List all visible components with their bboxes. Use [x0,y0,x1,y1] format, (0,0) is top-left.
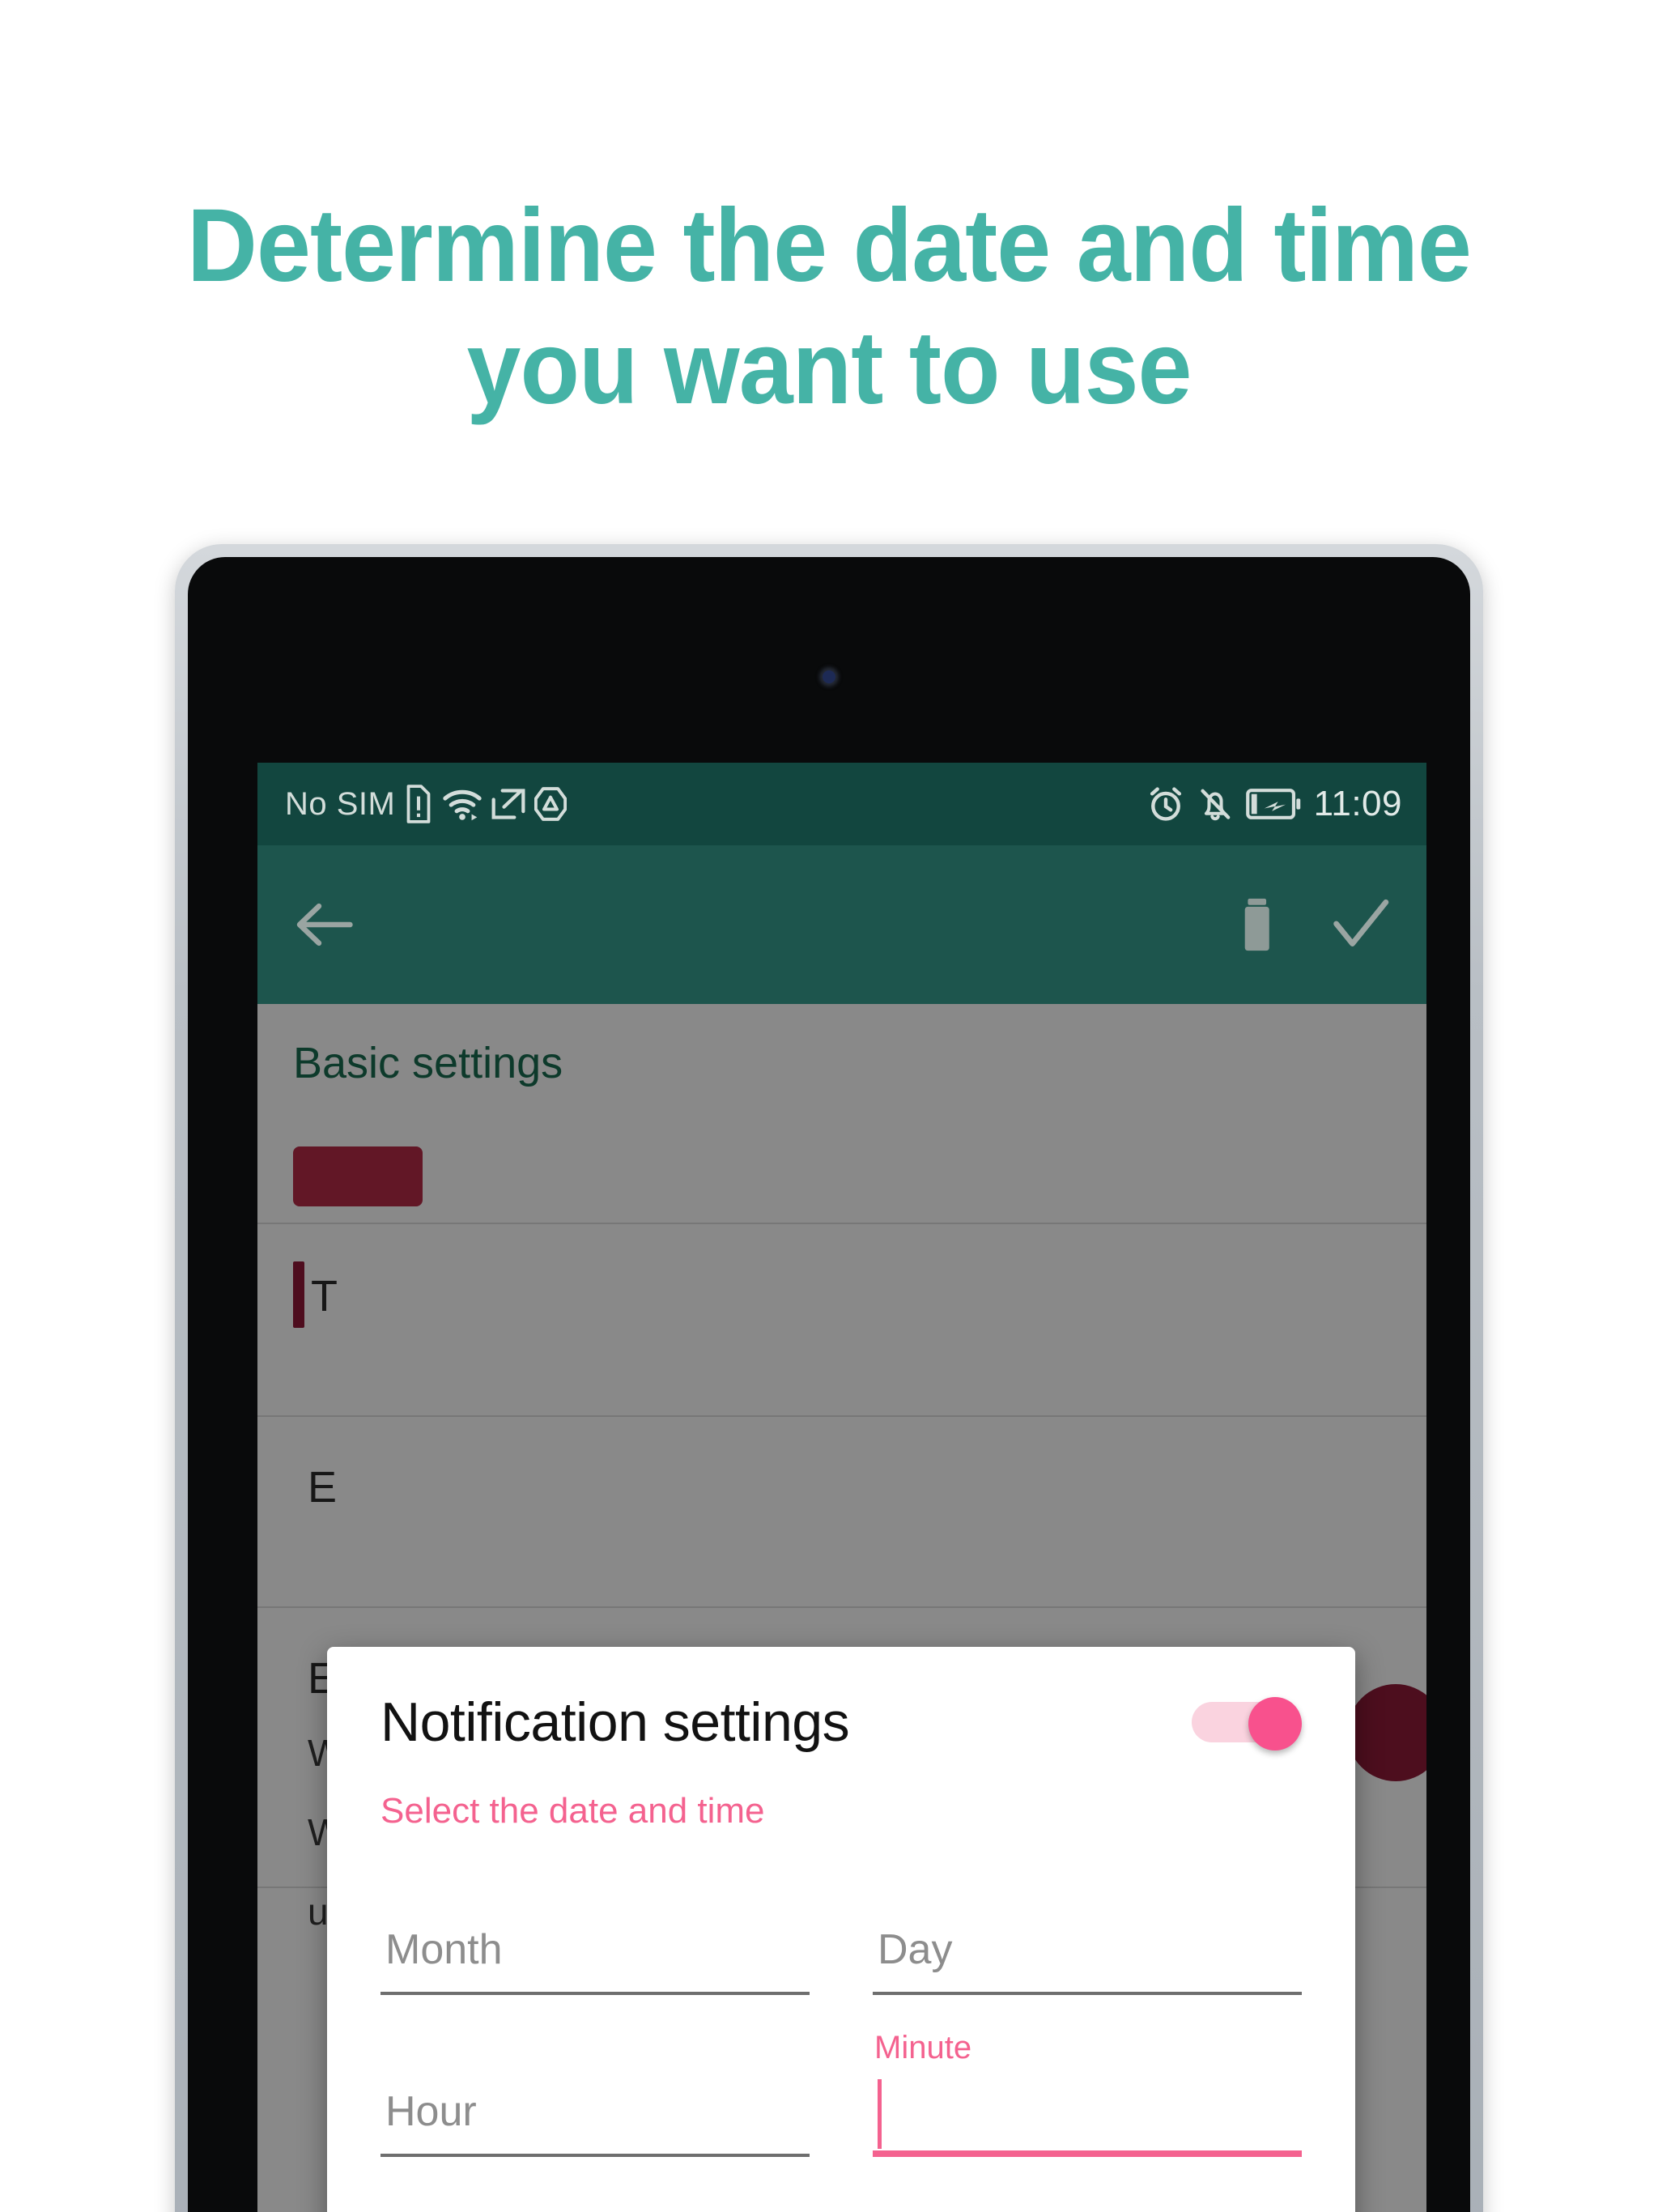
app-toolbar [257,845,1426,1004]
confirm-button[interactable] [1331,897,1391,952]
page-title-line-1: Determine the date and time [187,188,1472,304]
hour-field-label: Hour [385,2088,477,2135]
bell-muted-icon [1201,789,1230,821]
date-field-row: Month Day [380,1893,1302,1995]
front-camera-icon [823,670,835,683]
sim-alert-icon [406,785,431,823]
screen-cast-icon [491,789,525,819]
carrier-label: No SIM [285,785,396,822]
delete-button[interactable] [1234,896,1281,953]
status-bar: No SIM 11:09 [257,763,1426,845]
check-icon [1333,899,1389,946]
date-time-fields: Month Day Hour Minute [380,1893,1302,2157]
day-field[interactable]: Day [873,1893,1302,1995]
trash-icon [1244,898,1269,951]
dialog-title: Notification settings [380,1691,850,1753]
back-button[interactable] [295,900,356,950]
dialog-subtitle: Select the date and time [380,1791,765,1831]
day-field-underline [873,1992,1302,1995]
clock-label: 11:09 [1313,784,1402,823]
notification-enabled-toggle[interactable] [1192,1697,1302,1750]
month-field-label: Month [385,1926,503,1973]
time-field-row: Hour Minute [380,2030,1302,2157]
page-title-line-2: you want to use [466,310,1192,427]
battery-charging-icon [1245,789,1300,819]
month-field[interactable]: Month [380,1893,810,1995]
page-title: Determine the date and time you want to … [49,185,1608,429]
promo-screenshot: Determine the date and time you want to … [0,0,1658,2212]
warning-triangle-icon [534,787,568,821]
tablet-device-frame: No SIM 11:09 Basic settings T E E W W u … [175,544,1483,2212]
status-bar-left: No SIM [285,784,568,824]
toggle-thumb [1248,1697,1302,1750]
wifi-icon [443,789,483,821]
alarm-icon [1150,787,1181,821]
back-arrow-icon [296,903,353,946]
hour-field-underline [380,2154,810,2157]
notification-settings-dialog: Notification settings Select the date an… [327,1647,1355,2212]
device-bezel: No SIM 11:09 Basic settings T E E W W u … [188,557,1470,2212]
day-field-label: Day [878,1926,953,1973]
minute-field[interactable]: Minute [873,2030,1302,2157]
minute-field-underline [873,2150,1302,2157]
dialog-header: Notification settings [380,1647,1302,1797]
minute-field-label: Minute [874,2030,972,2065]
device-screen: No SIM 11:09 Basic settings T E E W W u … [257,763,1426,2212]
month-field-underline [380,1992,810,1995]
hour-field[interactable]: Hour [380,2055,810,2157]
status-bar-right: 11:09 [1147,784,1402,824]
text-caret [878,2079,882,2149]
